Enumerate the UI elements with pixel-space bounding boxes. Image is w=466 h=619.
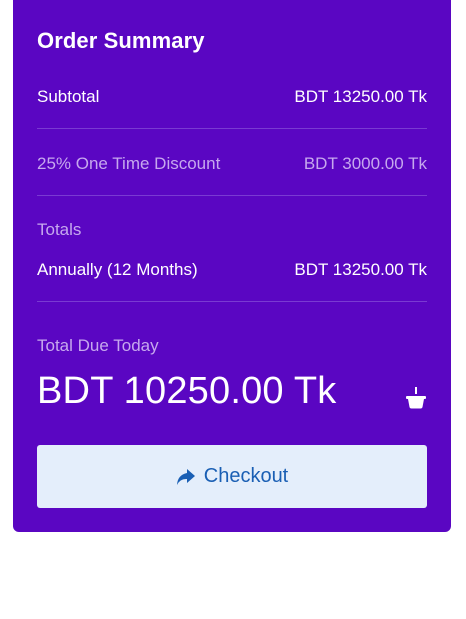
subtotal-amount: BDT 13250.00 Tk bbox=[294, 87, 427, 106]
share-arrow-icon bbox=[176, 468, 195, 485]
divider bbox=[37, 195, 427, 196]
subtotal-row: Subtotal BDT 13250.00 Tk bbox=[37, 86, 427, 108]
totals-label: Totals bbox=[37, 220, 82, 239]
basket-icon bbox=[406, 387, 426, 409]
annual-amount: BDT 13250.00 Tk bbox=[294, 260, 427, 279]
total-due-label: Total Due Today bbox=[37, 336, 159, 355]
annual-label: Annually (12 Months) bbox=[37, 260, 198, 279]
order-summary-title: Order Summary bbox=[37, 28, 205, 53]
divider bbox=[37, 128, 427, 129]
annual-row: Annually (12 Months) BDT 13250.00 Tk bbox=[37, 259, 427, 281]
discount-label: 25% One Time Discount bbox=[37, 154, 221, 173]
checkout-button[interactable]: Checkout bbox=[37, 445, 427, 508]
total-due-amount: BDT 10250.00 Tk bbox=[37, 370, 337, 412]
divider bbox=[37, 301, 427, 302]
order-summary-card: Order Summary Subtotal BDT 13250.00 Tk 2… bbox=[13, 0, 451, 532]
checkout-label: Checkout bbox=[203, 465, 289, 487]
discount-amount: BDT 3000.00 Tk bbox=[303, 154, 427, 173]
subtotal-label: Subtotal bbox=[37, 87, 100, 106]
discount-row: 25% One Time Discount BDT 3000.00 Tk bbox=[37, 153, 427, 175]
